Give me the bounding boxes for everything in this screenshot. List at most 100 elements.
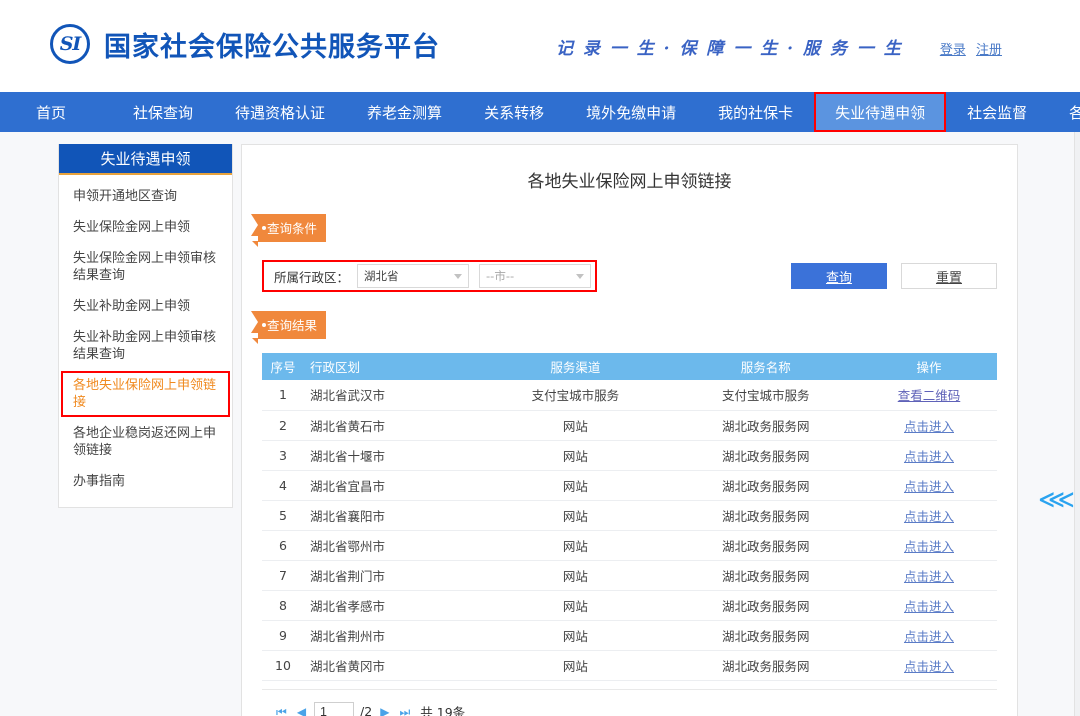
cell-service: 湖北政务服务网 [671, 590, 861, 620]
nav-item-local-service-hall[interactable]: 各地办事大厅 [1048, 92, 1080, 132]
chevron-down-icon [576, 274, 584, 279]
table-row: 2 湖北省黄石市 网站 湖北政务服务网 点击进入 [262, 410, 997, 440]
sidebar-item-local-job-stabilization-links[interactable]: 各地企业稳岗返还网上申领链接 [59, 418, 232, 466]
cell-channel: 网站 [480, 410, 670, 440]
enter-link[interactable]: 点击进入 [904, 419, 954, 434]
brand-logo-group: SI 国家社会保险公共服务平台 [50, 24, 440, 64]
nav-item-social-security-query[interactable]: 社保查询 [112, 92, 214, 132]
enter-link[interactable]: 点击进入 [904, 629, 954, 644]
total-records-label: 共 19条 [420, 702, 465, 716]
cell-index: 9 [262, 620, 304, 650]
cell-service: 湖北政务服务网 [671, 410, 861, 440]
total-pages-label: /2 [360, 704, 372, 716]
query-conditions-header: 查询条件 [256, 214, 1003, 242]
sidebar: 失业待遇申领 申领开通地区查询 失业保险金网上申领 失业保险金网上申领审核结果查… [58, 144, 233, 508]
table-row: 4 湖北省宜昌市 网站 湖北政务服务网 点击进入 [262, 470, 997, 500]
search-button[interactable]: 查询 [791, 263, 887, 289]
cell-action: 点击进入 [861, 590, 997, 620]
sidebar-item-subsidy-online-claim[interactable]: 失业补助金网上申领 [59, 291, 232, 322]
cell-service: 湖北政务服务网 [671, 500, 861, 530]
enter-link[interactable]: 点击进入 [904, 539, 954, 554]
table-row: 8 湖北省孝感市 网站 湖北政务服务网 点击进入 [262, 590, 997, 620]
nav-item-benefit-qualification[interactable]: 待遇资格认证 [214, 92, 346, 132]
cell-region: 湖北省襄阳市 [304, 500, 480, 530]
enter-link[interactable]: 点击进入 [904, 599, 954, 614]
login-link[interactable]: 登录 [940, 43, 966, 58]
cell-action: 点击进入 [861, 470, 997, 500]
cell-action: 点击进入 [861, 560, 997, 590]
cell-service: 湖北政务服务网 [671, 440, 861, 470]
city-select[interactable]: --市-- [479, 264, 591, 288]
nav-item-my-card[interactable]: 我的社保卡 [697, 92, 814, 132]
prev-page-icon[interactable]: ◀ [295, 706, 308, 716]
first-page-icon[interactable]: ⏮ [274, 706, 289, 716]
cell-channel: 网站 [480, 590, 670, 620]
page-number-input[interactable] [314, 702, 354, 716]
cell-service: 湖北政务服务网 [671, 650, 861, 680]
cell-index: 10 [262, 650, 304, 680]
city-select-value: --市-- [486, 268, 514, 284]
results-table: 序号 行政区划 服务渠道 服务名称 操作 1 湖北省武汉市 支付宝城市服务 支付 [262, 353, 997, 681]
nav-item-home[interactable]: 首页 [20, 92, 112, 132]
enter-link[interactable]: 点击进入 [904, 509, 954, 524]
auth-links: 登录 注册 [934, 39, 1002, 58]
sidebar-header: 失业待遇申领 [59, 144, 232, 175]
cell-action: 点击进入 [861, 620, 997, 650]
query-results-badge: 查询结果 [258, 311, 326, 339]
cell-region: 湖北省武汉市 [304, 380, 480, 410]
cell-channel: 网站 [480, 500, 670, 530]
cell-action: 点击进入 [861, 530, 997, 560]
cell-index: 1 [262, 380, 304, 410]
results-table-body: 1 湖北省武汉市 支付宝城市服务 支付宝城市服务 查看二维码 2 湖北省黄石市 … [262, 380, 997, 680]
nav-item-relationship-transfer[interactable]: 关系转移 [463, 92, 565, 132]
cell-region: 湖北省黄冈市 [304, 650, 480, 680]
reset-button[interactable]: 重置 [901, 263, 997, 289]
site-header: SI 国家社会保险公共服务平台 记 录 一 生 · 保 障 一 生 · 服 务 … [0, 0, 1080, 92]
table-row: 1 湖北省武汉市 支付宝城市服务 支付宝城市服务 查看二维码 [262, 380, 997, 410]
cell-channel: 支付宝城市服务 [480, 380, 670, 410]
sidebar-item-subsidy-claim-review-result[interactable]: 失业补助金网上申领审核结果查询 [59, 322, 232, 370]
results-table-container: 序号 行政区划 服务渠道 服务名称 操作 1 湖北省武汉市 支付宝城市服务 支付 [256, 353, 1003, 681]
column-header-service: 服务名称 [671, 353, 861, 380]
enter-link[interactable]: 点击进入 [904, 569, 954, 584]
table-row: 7 湖北省荆门市 网站 湖北政务服务网 点击进入 [262, 560, 997, 590]
sidebar-item-local-insurance-claim-links[interactable]: 各地失业保险网上申领链接 [59, 370, 232, 418]
enter-link[interactable]: 点击进入 [904, 449, 954, 464]
next-page-icon[interactable]: ▶ [378, 706, 391, 716]
cell-channel: 网站 [480, 440, 670, 470]
cell-index: 6 [262, 530, 304, 560]
search-button-label: 查询 [826, 267, 852, 286]
table-row: 10 湖北省黄冈市 网站 湖北政务服务网 点击进入 [262, 650, 997, 680]
collapse-panel-chevron-icon[interactable]: ⋘ [1038, 487, 1070, 513]
content-wrapper: 失业待遇申领 申领开通地区查询 失业保险金网上申领 失业保险金网上申领审核结果查… [0, 144, 1080, 716]
last-page-icon[interactable]: ⏭ [397, 706, 412, 716]
nav-item-overseas-exemption[interactable]: 境外免缴申请 [565, 92, 697, 132]
sidebar-item-open-region-query[interactable]: 申领开通地区查询 [59, 181, 232, 212]
enter-link[interactable]: 点击进入 [904, 479, 954, 494]
main-content-card: 各地失业保险网上申领链接 查询条件 所属行政区： 湖北省 --市-- [241, 144, 1018, 716]
province-select[interactable]: 湖北省 [357, 264, 469, 288]
sidebar-item-insurance-claim-review-result[interactable]: 失业保险金网上申领审核结果查询 [59, 243, 232, 291]
cell-region: 湖北省孝感市 [304, 590, 480, 620]
enter-link[interactable]: 点击进入 [904, 659, 954, 674]
query-conditions-badge: 查询条件 [258, 214, 326, 242]
table-row: 3 湖北省十堰市 网站 湖北政务服务网 点击进入 [262, 440, 997, 470]
administrative-region-filter: 所属行政区： 湖北省 --市-- [262, 260, 597, 292]
pagination: ⏮ ◀ /2 ▶ ⏭ 共 19条 [262, 689, 997, 716]
sidebar-menu: 申领开通地区查询 失业保险金网上申领 失业保险金网上申领审核结果查询 失业补助金… [59, 175, 232, 507]
cell-index: 8 [262, 590, 304, 620]
bullet-dot-icon [262, 323, 266, 327]
bullet-dot-icon [262, 226, 266, 230]
chevron-down-icon [454, 274, 462, 279]
nav-item-social-supervision[interactable]: 社会监督 [946, 92, 1048, 132]
register-link[interactable]: 注册 [976, 43, 1002, 58]
sidebar-item-insurance-online-claim[interactable]: 失业保险金网上申领 [59, 212, 232, 243]
nav-item-unemployment-benefit-claim[interactable]: 失业待遇申领 [814, 92, 946, 132]
cell-channel: 网站 [480, 620, 670, 650]
sidebar-item-service-guide[interactable]: 办事指南 [59, 466, 232, 497]
cell-region: 湖北省十堰市 [304, 440, 480, 470]
site-title: 国家社会保险公共服务平台 [104, 25, 440, 64]
nav-item-pension-calculation[interactable]: 养老金测算 [346, 92, 463, 132]
cell-action: 点击进入 [861, 440, 997, 470]
view-qrcode-link[interactable]: 查看二维码 [898, 388, 961, 403]
